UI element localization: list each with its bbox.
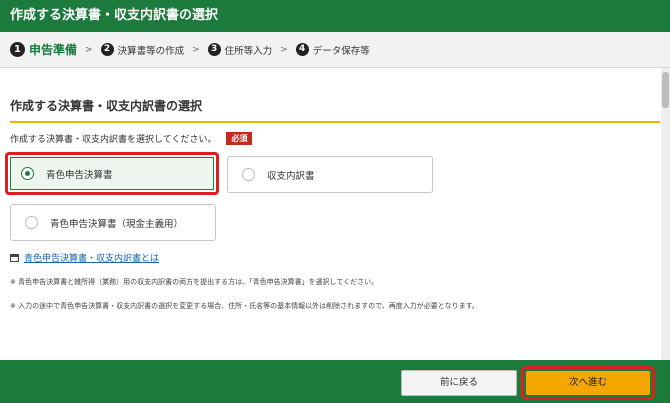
chevron-right-icon: > [85,44,93,55]
next-button-highlight: 次へ進む [521,366,655,400]
back-button[interactable]: 前に戻る [401,370,517,396]
step-label: データ保存等 [312,45,370,57]
step-1: 1 申告準備 [10,41,77,58]
step-2: 2 決算書等の作成 [100,43,185,57]
window-title: 作成する決算書・収支内訳書の選択 [0,0,670,32]
note-1: ※ 青色申告決算書と雑所得（業務）用の収支内訳書の両方を提出する方は、「青色申告… [10,278,379,286]
option-label: 青色申告決算書 [46,169,113,181]
option-aoiro-genkin[interactable]: 青色申告決算書（現金主義用） [10,204,216,241]
scrollbar-track[interactable] [661,68,670,360]
step-4: 4 データ保存等 [295,43,370,57]
help-link[interactable]: 青色申告決算書・収支内訳書とは [24,251,159,264]
step-number: 4 [295,43,309,56]
chevron-right-icon: > [192,44,200,55]
step-number: 3 [207,43,221,56]
step-number: 2 [100,43,114,56]
next-button[interactable]: 次へ進む [526,371,650,395]
step-label: 住所等入力 [224,45,273,57]
chevron-right-icon: > [280,44,288,55]
step-indicator: 1 申告準備 > 2 決算書等の作成 > 3 住所等入力 > 4 データ保存等 [0,32,670,68]
option-inner[interactable]: 青色申告決算書 [10,157,214,190]
window-icon [10,253,19,262]
instruction-text: 作成する決算書・収支内訳書を選択してください。 必須 [10,132,253,145]
step-label: 申告準備 [29,43,78,57]
instruction-label: 作成する決算書・収支内訳書を選択してください。 [10,135,217,145]
option-label: 収支内訳書 [267,170,315,182]
radio-unselected-icon[interactable] [25,216,38,229]
scrollbar-thumb[interactable] [662,72,669,108]
radio-unselected-icon[interactable] [242,168,255,181]
option-shushi-uchiwakesho[interactable]: 収支内訳書 [227,156,433,193]
option-label: 青色申告決算書（現金主義用） [50,218,184,230]
note-2: ※ 入力の途中で青色申告決算書・収支内訳書の選択を変更する場合、住所・氏名等の基… [10,302,479,310]
step-number: 1 [10,42,25,57]
help-link-row: 青色申告決算書・収支内訳書とは [10,251,159,264]
required-badge: 必須 [226,132,253,145]
option-aoiro-kessansho[interactable]: 青色申告決算書 [5,152,219,195]
step-label: 決算書等の作成 [117,45,185,57]
section-title: 作成する決算書・収支内訳書の選択 [10,97,660,123]
radio-selected-icon[interactable] [21,167,34,180]
step-3: 3 住所等入力 [207,43,273,57]
